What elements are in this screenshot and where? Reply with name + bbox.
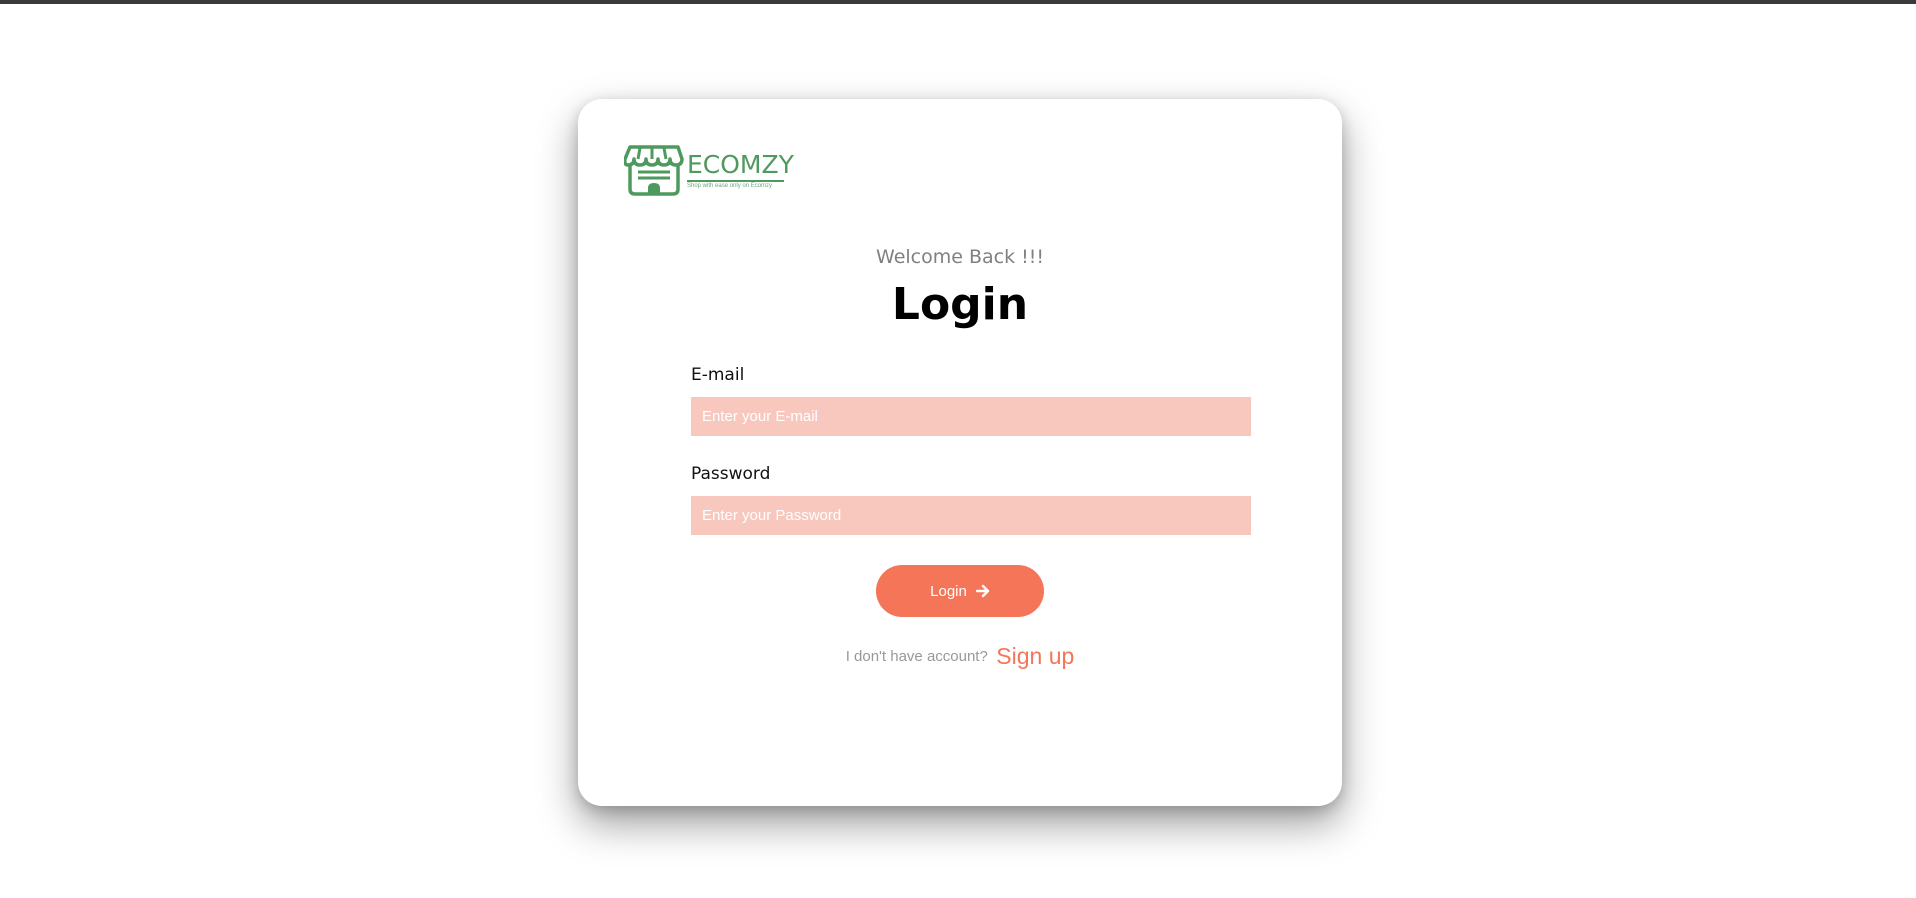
brand-name: ECOMZY	[687, 150, 794, 179]
welcome-text: Welcome Back !!!	[876, 246, 1044, 268]
login-card: ECOMZY Shop with ease only on Ecomzy Wel…	[578, 99, 1342, 806]
email-label: E-mail	[691, 365, 745, 385]
password-field[interactable]	[691, 496, 1251, 535]
password-label: Password	[691, 464, 771, 484]
brand-logo[interactable]: ECOMZY Shop with ease only on Ecomzy	[624, 143, 794, 199]
signup-link[interactable]: Sign up	[996, 643, 1074, 669]
storefront-icon	[624, 145, 684, 196]
signup-row: I don't have account? Sign up	[578, 643, 1342, 670]
top-bar	[0, 0, 1916, 4]
brand-tagline: Shop with ease only on Ecomzy	[687, 183, 773, 189]
login-button-label: Login	[930, 582, 967, 600]
email-field[interactable]	[691, 397, 1251, 436]
login-button[interactable]: Login	[876, 565, 1044, 617]
arrow-right-icon	[975, 584, 990, 598]
signup-prompt: I don't have account?	[845, 648, 988, 665]
page-title: Login	[891, 279, 1029, 330]
brand-underline	[687, 180, 784, 182]
